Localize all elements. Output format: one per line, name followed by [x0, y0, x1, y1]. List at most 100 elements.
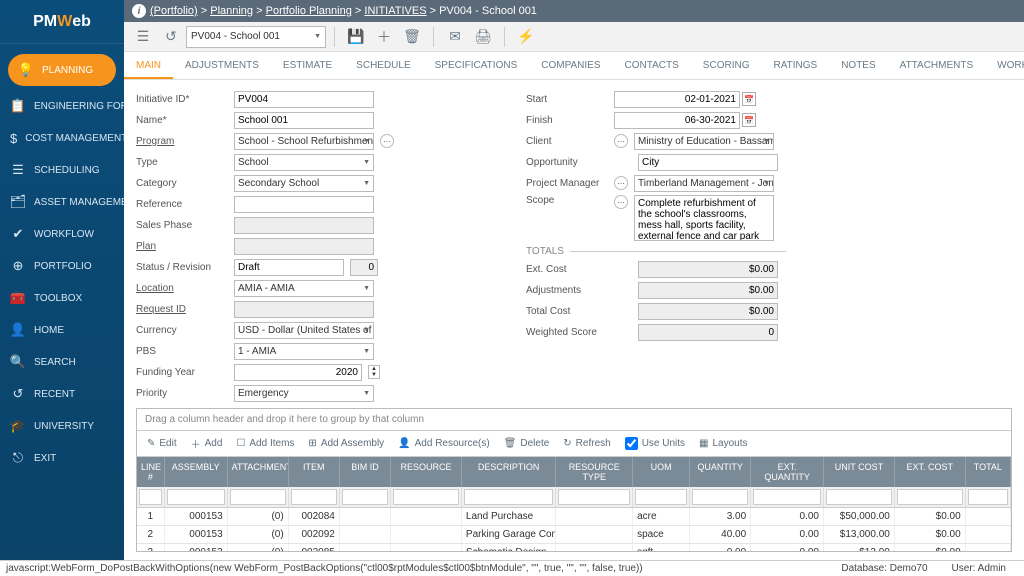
info-icon[interactable]: i [132, 4, 146, 18]
sidebar-item-portfolio[interactable]: ⊕PORTFOLIO [0, 250, 124, 282]
sidebar-item-scheduling[interactable]: ☰SCHEDULING [0, 154, 124, 186]
tab-attachments[interactable]: ATTACHMENTS [888, 52, 986, 79]
funding-down-icon[interactable]: ▼ [369, 372, 379, 378]
filter-input[interactable] [139, 489, 162, 505]
grid-refresh-button[interactable]: ↻ Refresh [563, 438, 610, 449]
filter-input[interactable] [464, 489, 553, 505]
table-row[interactable]: 2000153(0)002092Parking Garage Construsp… [137, 526, 1011, 544]
col-header[interactable]: ASSEMBLY [165, 457, 228, 487]
breadcrumb-link[interactable]: (Portfolio) [150, 5, 198, 17]
grid-add-button[interactable]: ＋ Add [191, 436, 223, 451]
table-row[interactable]: 3000153(0)002085Schematic Designsqft0.00… [137, 544, 1011, 551]
category-select[interactable]: Secondary School [234, 175, 374, 192]
table-row[interactable]: 1000153(0)002084Land Purchaseacre3.000.0… [137, 508, 1011, 526]
currency-select[interactable]: USD - Dollar (United States of America) [234, 322, 374, 339]
col-header[interactable]: EXT. COST [895, 457, 966, 487]
col-header[interactable]: DESCRIPTION [462, 457, 556, 487]
record-selector[interactable]: PV004 - School 001 [186, 26, 326, 48]
bolt-icon[interactable]: ⚡ [513, 25, 539, 49]
col-header[interactable]: LINE # [137, 457, 165, 487]
grid-addassembly-button[interactable]: ⊞ Add Assembly [308, 438, 384, 449]
breadcrumb-link[interactable]: INITIATIVES [364, 5, 426, 17]
calendar-icon[interactable]: 📅 [742, 113, 756, 127]
type-select[interactable]: School [234, 154, 374, 171]
col-header[interactable]: RESOURCE TYPE [556, 457, 633, 487]
grid-layouts-button[interactable]: ▦ Layouts [699, 438, 747, 449]
opportunity-input[interactable] [638, 154, 778, 171]
col-header[interactable]: UOM [633, 457, 690, 487]
group-by-bar[interactable]: Drag a column header and drop it here to… [137, 409, 1011, 431]
filter-input[interactable] [635, 489, 687, 505]
sidebar-item-university[interactable]: 🎓UNIVERSITY [0, 410, 124, 442]
delete-icon[interactable]: 🗑 [399, 25, 425, 49]
filter-input[interactable] [897, 489, 963, 505]
tab-estimate[interactable]: ESTIMATE [271, 52, 344, 79]
client-select[interactable]: Ministry of Education - Bassam Sam [634, 133, 774, 150]
scope-more-icon[interactable]: ⋯ [614, 195, 628, 209]
use-units-checkbox[interactable]: Use Units [625, 437, 685, 450]
name-input[interactable] [234, 112, 374, 129]
col-header[interactable]: QUANTITY [690, 457, 751, 487]
grid-addresource-button[interactable]: 👤 Add Resource(s) [398, 438, 489, 449]
tab-contacts[interactable]: CONTACTS [613, 52, 691, 79]
pbs-select[interactable]: 1 - AMIA [234, 343, 374, 360]
calendar-icon[interactable]: 📅 [742, 92, 756, 106]
filter-input[interactable] [753, 489, 821, 505]
tab-ratings[interactable]: RATINGS [761, 52, 829, 79]
lbl-request[interactable]: Request ID [136, 304, 228, 315]
filter-input[interactable] [167, 489, 225, 505]
location-select[interactable]: AMIA - AMIA [234, 280, 374, 297]
filter-input[interactable] [558, 489, 630, 505]
print-icon[interactable]: 🖨 [470, 25, 496, 49]
pm-select[interactable]: Timberland Management - Jon Lloyd [634, 175, 774, 192]
filter-input[interactable] [393, 489, 459, 505]
col-header[interactable]: BIM ID [340, 457, 391, 487]
scope-input[interactable]: Complete refurbishment of the school's c… [634, 195, 774, 241]
sidebar-item-exit[interactable]: ⎋EXIT [0, 442, 124, 474]
sidebar-item-engineering-for-[interactable]: 📋ENGINEERING FOR... [0, 90, 124, 122]
col-header[interactable]: RESOURCE [391, 457, 462, 487]
col-header[interactable]: ITEM [289, 457, 340, 487]
start-input[interactable] [614, 91, 740, 108]
sidebar-item-planning[interactable]: 💡PLANNING [8, 54, 116, 86]
grid-edit-button[interactable]: ✎ Edit [147, 438, 177, 449]
program-select[interactable]: School - School Refurbishment [234, 133, 374, 150]
tab-notes[interactable]: NOTES [829, 52, 887, 79]
tab-adjustments[interactable]: ADJUSTMENTS [173, 52, 271, 79]
program-more-icon[interactable]: ⋯ [380, 134, 394, 148]
filter-input[interactable] [826, 489, 892, 505]
priority-select[interactable]: Emergency [234, 385, 374, 402]
col-header[interactable]: TOTAL [966, 457, 1011, 487]
sidebar-item-toolbox[interactable]: 🧰TOOLBOX [0, 282, 124, 314]
sidebar-item-home[interactable]: 👤HOME [0, 314, 124, 346]
sidebar-item-recent[interactable]: ↺RECENT [0, 378, 124, 410]
tab-main[interactable]: MAIN [124, 52, 173, 79]
status-input[interactable] [234, 259, 344, 276]
sidebar-item-cost-management[interactable]: $COST MANAGEMENT [0, 122, 124, 154]
tab-specifications[interactable]: SPECIFICATIONS [423, 52, 530, 79]
list-icon[interactable]: ☰ [130, 25, 156, 49]
tab-schedule[interactable]: SCHEDULE [344, 52, 422, 79]
col-header[interactable]: EXT. QUANTITY [751, 457, 824, 487]
pm-more-icon[interactable]: ⋯ [614, 176, 628, 190]
client-more-icon[interactable]: ⋯ [614, 134, 628, 148]
funding-input[interactable] [234, 364, 362, 381]
mail-icon[interactable]: ✉ [442, 25, 468, 49]
tab-companies[interactable]: COMPANIES [529, 52, 612, 79]
reference-input[interactable] [234, 196, 374, 213]
lbl-plan[interactable]: Plan [136, 241, 228, 252]
sidebar-item-asset-manageme-[interactable]: 🗂ASSET MANAGEME... [0, 186, 124, 218]
save-icon[interactable]: 💾 [343, 25, 369, 49]
filter-input[interactable] [342, 489, 388, 505]
sidebar-item-search[interactable]: 🔍SEARCH [0, 346, 124, 378]
grid-additems-button[interactable]: ☐ Add Items [236, 438, 294, 449]
grid-delete-button[interactable]: 🗑 Delete [504, 438, 550, 449]
filter-input[interactable] [692, 489, 748, 505]
initiative-id-input[interactable] [234, 91, 374, 108]
col-header[interactable]: UNIT COST [824, 457, 895, 487]
breadcrumb-link[interactable]: Planning [210, 5, 253, 17]
lbl-program[interactable]: Program [136, 136, 228, 147]
history-icon[interactable]: ↺ [158, 25, 184, 49]
filter-input[interactable] [968, 489, 1008, 505]
tab-workflow[interactable]: WORKFLOW [985, 52, 1024, 79]
